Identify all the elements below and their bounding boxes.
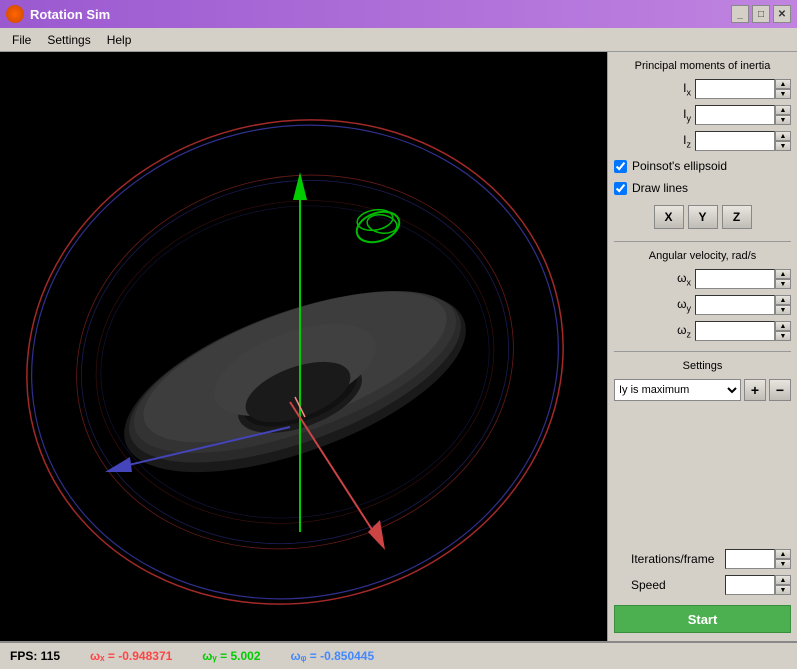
ix-up-btn[interactable]: ▲ <box>775 79 791 89</box>
wx-spin-buttons: ▲ ▼ <box>775 269 791 289</box>
wy-input[interactable]: 5.000000 <box>695 295 775 315</box>
speed-label: Speed <box>631 578 721 592</box>
minus-button[interactable]: − <box>769 379 791 401</box>
wy-label: ωy <box>671 297 691 313</box>
omega-y-display: ωᵧ = 5.002 <box>202 649 260 663</box>
menu-file[interactable]: File <box>4 31 39 49</box>
close-button[interactable]: ✕ <box>773 5 791 23</box>
speed-row: Speed 1.000 ▲ ▼ <box>614 575 791 595</box>
iterations-label: Iterations/frame <box>631 552 721 566</box>
wz-label: ωz <box>671 323 691 339</box>
iz-up-btn[interactable]: ▲ <box>775 131 791 141</box>
window-title: Rotation Sim <box>30 7 110 22</box>
wx-input[interactable]: 0.800000 <box>695 269 775 289</box>
main-content: Principal moments of inertia Ix 1.000000… <box>0 52 797 641</box>
speed-spin-buttons: ▲ ▼ <box>775 575 791 595</box>
wy-down-btn[interactable]: ▼ <box>775 305 791 315</box>
simulation-canvas <box>0 52 607 641</box>
wx-up-btn[interactable]: ▲ <box>775 269 791 279</box>
wz-up-btn[interactable]: ▲ <box>775 321 791 331</box>
title-bar: Rotation Sim _ □ ✕ <box>0 0 797 28</box>
ix-down-btn[interactable]: ▼ <box>775 89 791 99</box>
divider-1 <box>614 241 791 242</box>
wz-down-btn[interactable]: ▼ <box>775 331 791 341</box>
plus-button[interactable]: + <box>744 379 766 401</box>
axis-buttons: X Y Z <box>614 205 791 229</box>
wy-spin-buttons: ▲ ▼ <box>775 295 791 315</box>
wy-row: ωy 5.000000 ▲ ▼ <box>614 295 791 315</box>
ix-input-group: 1.000000 ▲ ▼ <box>695 79 791 99</box>
y-axis-button[interactable]: Y <box>688 205 718 229</box>
wx-row: ωx 0.800000 ▲ ▼ <box>614 269 791 289</box>
menu-help[interactable]: Help <box>99 31 140 49</box>
drawlines-label: Draw lines <box>632 181 688 195</box>
wz-input-group: 0.900000 ▲ ▼ <box>695 321 791 341</box>
iy-input[interactable]: 10.000000 <box>695 105 775 125</box>
iterations-input[interactable]: 1000 <box>725 549 775 569</box>
poinsot-checkbox[interactable] <box>614 160 627 173</box>
drawlines-checkbox[interactable] <box>614 182 627 195</box>
app-icon <box>6 5 24 23</box>
fps-display: FPS: 115 <box>10 649 60 663</box>
speed-input[interactable]: 1.000 <box>725 575 775 595</box>
menu-settings[interactable]: Settings <box>39 31 98 49</box>
iz-label: Iz <box>671 133 691 149</box>
iy-spin-buttons: ▲ ▼ <box>775 105 791 125</box>
title-bar-left: Rotation Sim <box>6 5 110 23</box>
sim-svg <box>0 52 607 641</box>
spacer <box>614 409 791 545</box>
wy-up-btn[interactable]: ▲ <box>775 295 791 305</box>
divider-2 <box>614 351 791 352</box>
poinsot-label: Poinsot's ellipsoid <box>632 159 727 173</box>
settings-select[interactable]: Iy is maximum <box>614 379 741 401</box>
wx-label: ωx <box>671 271 691 287</box>
wz-row: ωz 0.900000 ▲ ▼ <box>614 321 791 341</box>
wz-spin-buttons: ▲ ▼ <box>775 321 791 341</box>
poinsot-row: Poinsot's ellipsoid <box>614 159 791 173</box>
title-bar-controls[interactable]: _ □ ✕ <box>731 5 791 23</box>
iterations-down-btn[interactable]: ▼ <box>775 559 791 569</box>
minimize-button[interactable]: _ <box>731 5 749 23</box>
menu-bar: File Settings Help <box>0 28 797 52</box>
wx-input-group: 0.800000 ▲ ▼ <box>695 269 791 289</box>
start-button[interactable]: Start <box>614 605 791 633</box>
iterations-up-btn[interactable]: ▲ <box>775 549 791 559</box>
speed-up-btn[interactable]: ▲ <box>775 575 791 585</box>
wx-down-btn[interactable]: ▼ <box>775 279 791 289</box>
z-axis-button[interactable]: Z <box>722 205 752 229</box>
iz-down-btn[interactable]: ▼ <box>775 141 791 151</box>
drawlines-row: Draw lines <box>614 181 791 195</box>
ix-label: Ix <box>671 81 691 97</box>
omega-z-display: ωᵩ = -0.850445 <box>291 649 375 663</box>
iterations-spin-buttons: ▲ ▼ <box>775 549 791 569</box>
ix-row: Ix 1.000000 ▲ ▼ <box>614 79 791 99</box>
iy-input-group: 10.000000 ▲ ▼ <box>695 105 791 125</box>
iz-input[interactable]: 5.000000 <box>695 131 775 151</box>
wz-input[interactable]: 0.900000 <box>695 321 775 341</box>
maximize-button[interactable]: □ <box>752 5 770 23</box>
iy-down-btn[interactable]: ▼ <box>775 115 791 125</box>
iz-input-group: 5.000000 ▲ ▼ <box>695 131 791 151</box>
ix-spin-buttons: ▲ ▼ <box>775 79 791 99</box>
wy-input-group: 5.000000 ▲ ▼ <box>695 295 791 315</box>
right-panel: Principal moments of inertia Ix 1.000000… <box>607 52 797 641</box>
speed-input-group: 1.000 ▲ ▼ <box>725 575 791 595</box>
x-axis-button[interactable]: X <box>654 205 684 229</box>
settings-section-label: Settings <box>614 360 791 372</box>
iy-up-btn[interactable]: ▲ <box>775 105 791 115</box>
settings-row: Iy is maximum + − <box>614 379 791 401</box>
iterations-row: Iterations/frame 1000 ▲ ▼ <box>614 549 791 569</box>
status-bar: FPS: 115 ωₓ = -0.948371 ωᵧ = 5.002 ωᵩ = … <box>0 641 797 669</box>
ix-input[interactable]: 1.000000 <box>695 79 775 99</box>
iz-row: Iz 5.000000 ▲ ▼ <box>614 131 791 151</box>
iterations-input-group: 1000 ▲ ▼ <box>725 549 791 569</box>
speed-down-btn[interactable]: ▼ <box>775 585 791 595</box>
angular-label: Angular velocity, rad/s <box>614 250 791 262</box>
moments-label: Principal moments of inertia <box>614 60 791 72</box>
iz-spin-buttons: ▲ ▼ <box>775 131 791 151</box>
iy-row: Iy 10.000000 ▲ ▼ <box>614 105 791 125</box>
iy-label: Iy <box>671 107 691 123</box>
omega-x-display: ωₓ = -0.948371 <box>90 649 172 663</box>
